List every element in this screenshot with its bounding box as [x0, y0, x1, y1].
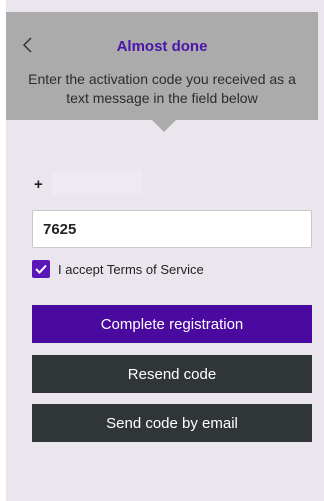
activation-code-input[interactable] — [32, 210, 312, 248]
terms-checkbox[interactable] — [32, 260, 50, 278]
complete-registration-button[interactable]: Complete registration — [32, 305, 312, 343]
header-pointer-arrow — [150, 118, 178, 132]
instructions-text: Enter the activation code you received a… — [28, 71, 296, 106]
page-title: Almost done — [116, 38, 208, 55]
header-panel: Almost done Enter the activation code yo… — [6, 12, 318, 120]
terms-label: I accept Terms of Service — [58, 261, 204, 277]
terms-checkbox-row[interactable]: I accept Terms of Service — [32, 259, 204, 279]
phone-number-field[interactable] — [52, 171, 142, 195]
country-code-prefix: + — [34, 176, 43, 193]
checkmark-icon — [35, 264, 47, 274]
activation-screen: Almost done Enter the activation code yo… — [6, 0, 324, 501]
send-code-by-email-button[interactable]: Send code by email — [32, 404, 312, 442]
resend-code-button[interactable]: Resend code — [32, 355, 312, 393]
